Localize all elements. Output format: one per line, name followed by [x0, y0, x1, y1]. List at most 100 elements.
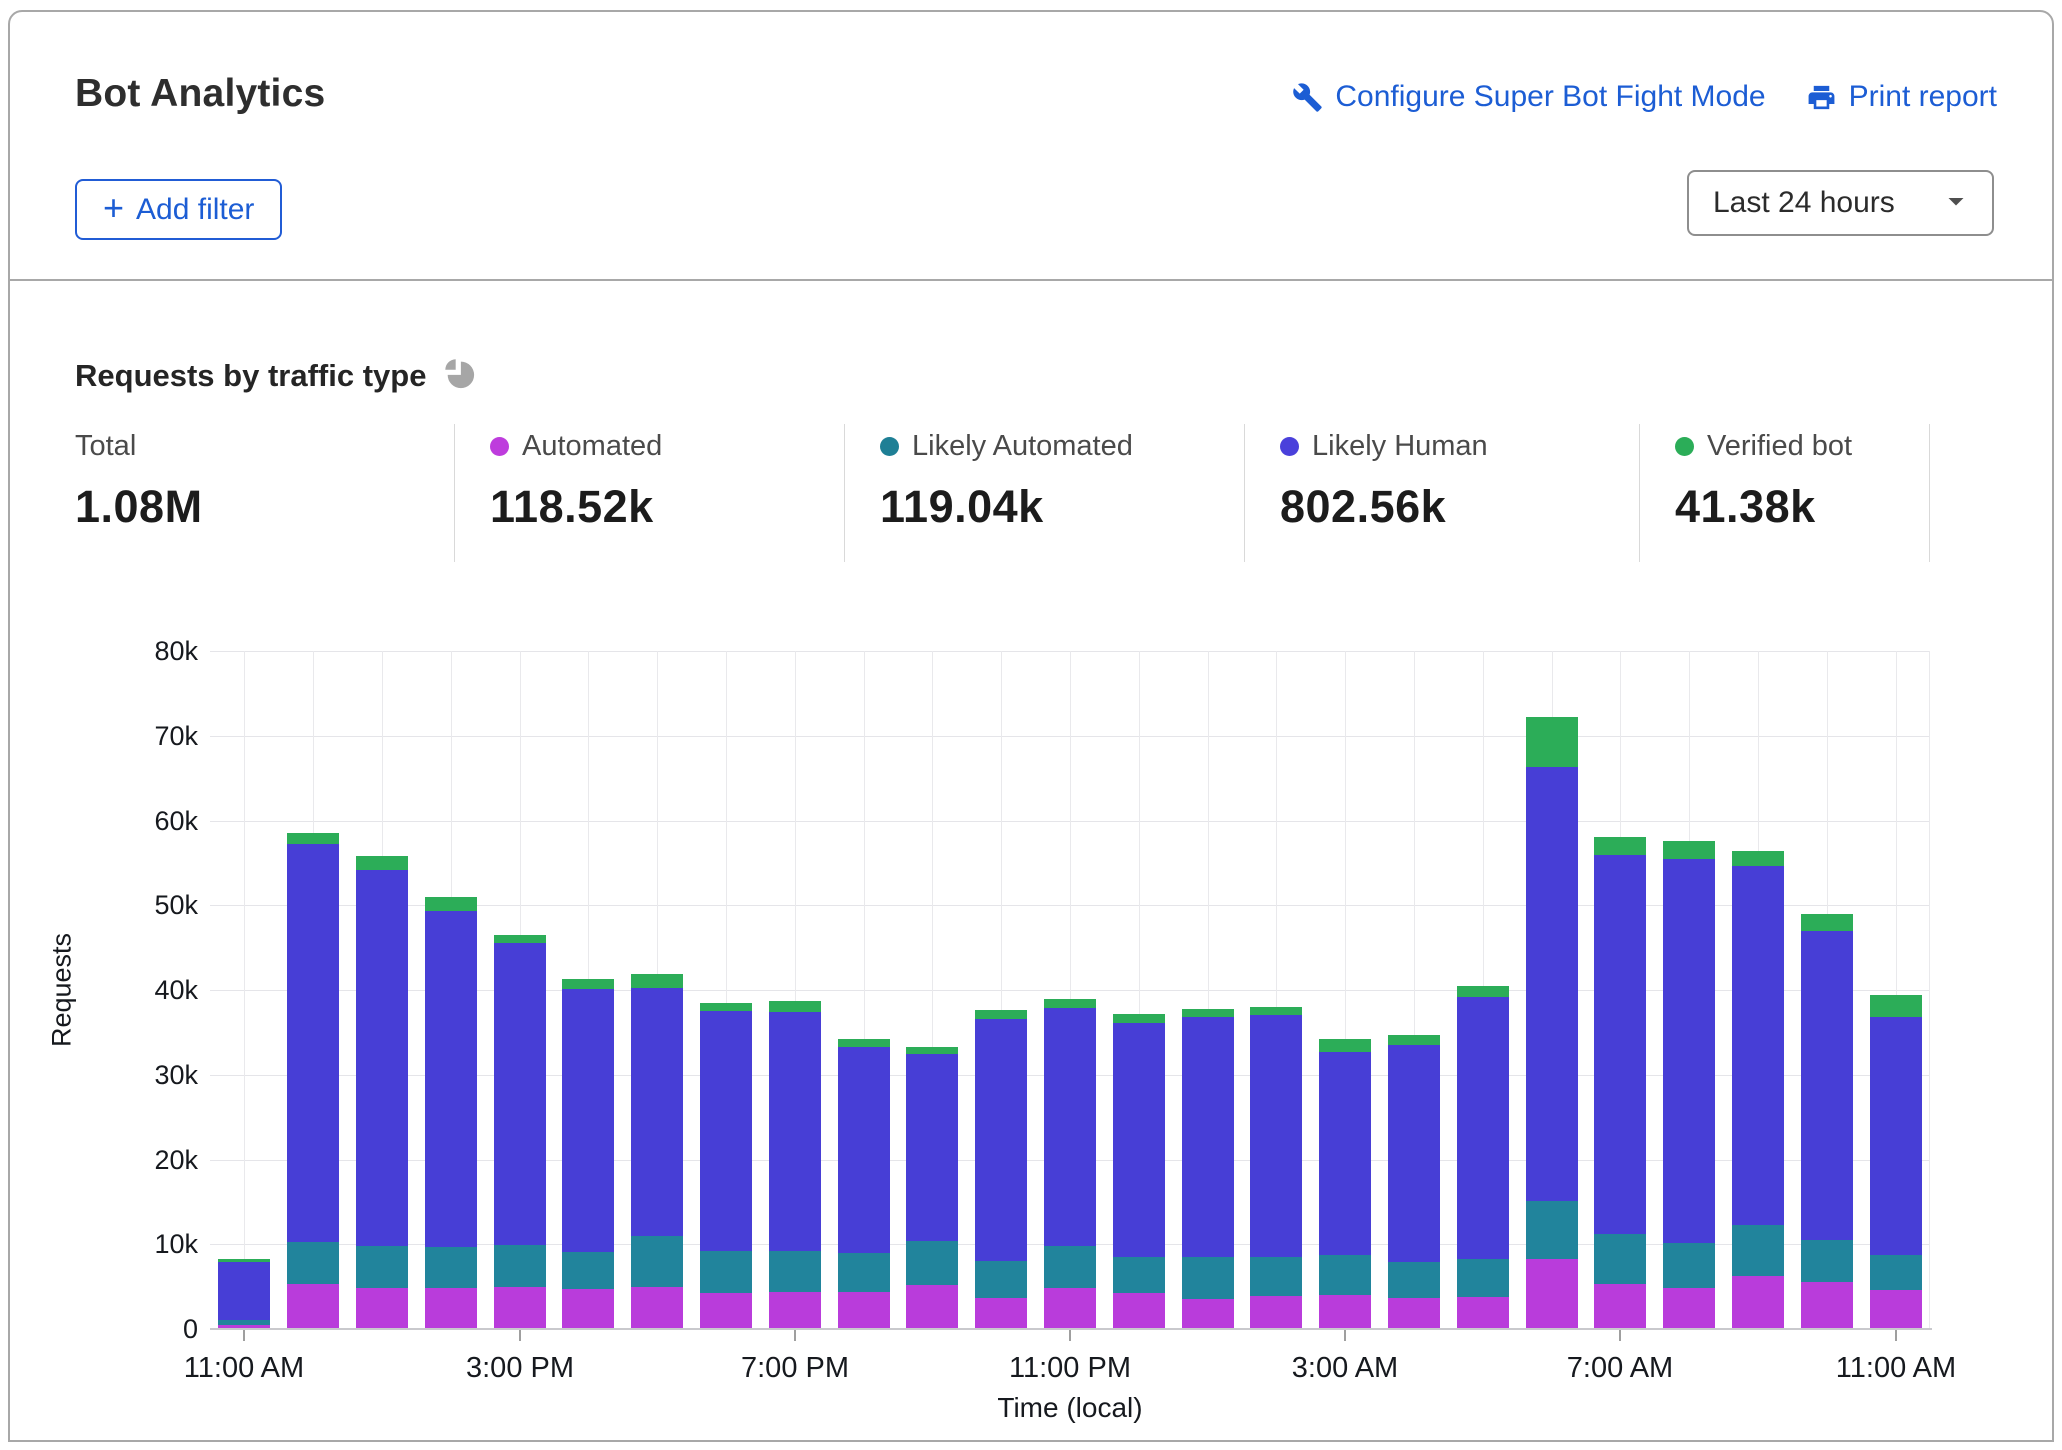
y-tick-label: 30k [88, 1060, 198, 1091]
configure-link-label: Configure Super Bot Fight Mode [1335, 80, 1765, 114]
bar-segment-likely-automated [1250, 1257, 1302, 1296]
bar-1-am-14 [1182, 651, 1234, 1329]
x-tick-label: 3:00 PM [466, 1352, 574, 1385]
x-axis-line [210, 1328, 1932, 1330]
bar-segment-likely-human [425, 911, 477, 1247]
bar-segment-verified-bot [1250, 1007, 1302, 1015]
traffic-type-stats-row: Total1.08MAutomated118.52kLikely Automat… [75, 424, 1930, 562]
bar-segment-verified-bot [975, 1010, 1027, 1019]
y-tick-label: 80k [88, 636, 198, 667]
bar-segment-likely-human [1732, 866, 1784, 1225]
bar-segment-likely-human [1457, 997, 1509, 1259]
bar-segment-likely-automated [425, 1247, 477, 1288]
bar-segment-likely-human [1182, 1017, 1234, 1257]
bar-segment-automated [631, 1287, 683, 1329]
page-title: Bot Analytics [75, 72, 325, 116]
bar-segment-likely-human [1594, 855, 1646, 1234]
section-title: Requests by traffic type [75, 358, 426, 394]
configure-super-bot-fight-mode-link[interactable]: Configure Super Bot Fight Mode [1292, 80, 1765, 114]
stat-likely-human: Likely Human802.56k [1245, 424, 1640, 562]
bar-segment-likely-human [1113, 1023, 1165, 1257]
section-divider [8, 279, 2054, 281]
x-axis-title: Time (local) [210, 1392, 1930, 1424]
bar-segment-verified-bot [494, 935, 546, 943]
bar-segment-automated [425, 1288, 477, 1329]
bar-segment-verified-bot [1870, 995, 1922, 1017]
bar-7-pm-8 [769, 651, 821, 1329]
bar-segment-likely-automated [1044, 1246, 1096, 1288]
requests-by-traffic-type-chart [210, 651, 1930, 1329]
legend-dot-likely-automated [880, 437, 899, 456]
time-range-select[interactable]: Last 24 hours [1687, 170, 1994, 236]
bar-segment-likely-automated [631, 1236, 683, 1287]
bar-9-pm-10 [906, 651, 958, 1329]
bar-segment-verified-bot [838, 1039, 890, 1047]
bar-10-pm-11 [975, 651, 1027, 1329]
bar-segment-likely-human [1044, 1008, 1096, 1246]
vertical-gridline [1929, 651, 1930, 1329]
add-filter-button[interactable]: + Add filter [75, 179, 282, 240]
bar-segment-automated [494, 1287, 546, 1329]
bar-segment-likely-automated [1457, 1259, 1509, 1297]
bar-segment-verified-bot [1319, 1039, 1371, 1052]
bar-segment-verified-bot [1113, 1014, 1165, 1023]
bar-segment-automated [1526, 1259, 1578, 1329]
bar-segment-verified-bot [1526, 717, 1578, 767]
bar-segment-verified-bot [1594, 837, 1646, 855]
x-tick-mark [1344, 1330, 1346, 1341]
bar-segment-likely-human [1250, 1015, 1302, 1257]
bar-segment-verified-bot [631, 974, 683, 988]
y-tick-label: 20k [88, 1145, 198, 1176]
bar-segment-likely-automated [700, 1251, 752, 1293]
bar-2-pm-3 [425, 651, 477, 1329]
print-report-link[interactable]: Print report [1806, 80, 1997, 114]
bar-segment-verified-bot [1801, 914, 1853, 931]
section-title-row: Requests by traffic type [75, 356, 476, 395]
bar-segment-automated [1663, 1288, 1715, 1329]
bar-segment-verified-bot [1663, 841, 1715, 859]
stat-verified-bot: Verified bot41.38k [1640, 424, 1930, 562]
stat-label: Automated [522, 430, 662, 463]
bar-segment-verified-bot [906, 1047, 958, 1054]
y-axis-title: Requests [47, 933, 78, 1047]
bar-segment-verified-bot [700, 1003, 752, 1011]
stat-value: 1.08M [75, 481, 454, 533]
x-tick-mark [1895, 1330, 1897, 1341]
bar-3-am-16 [1319, 651, 1371, 1329]
bar-segment-likely-automated [975, 1261, 1027, 1298]
chevron-down-icon [1938, 183, 1974, 224]
bar-segment-likely-automated [562, 1252, 614, 1289]
x-tick-mark [243, 1330, 245, 1341]
bar-segment-likely-automated [494, 1245, 546, 1287]
stat-label: Likely Automated [912, 430, 1133, 463]
bar-segment-likely-automated [1870, 1255, 1922, 1290]
bar-12-am-13 [1113, 651, 1165, 1329]
bar-segment-likely-human [838, 1047, 890, 1253]
bar-segment-likely-automated [1388, 1262, 1440, 1298]
bar-segment-automated [906, 1285, 958, 1329]
bar-segment-likely-human [1319, 1052, 1371, 1255]
bar-segment-verified-bot [1457, 986, 1509, 997]
bar-segment-automated [1113, 1293, 1165, 1329]
bar-segment-likely-human [287, 844, 339, 1242]
x-tick-label: 11:00 PM [1009, 1352, 1131, 1385]
stat-label: Likely Human [1312, 430, 1488, 463]
bar-segment-automated [1801, 1282, 1853, 1329]
bar-segment-likely-automated [838, 1253, 890, 1292]
y-tick-label: 50k [88, 890, 198, 921]
bar-segment-likely-human [356, 870, 408, 1246]
bar-segment-likely-automated [1182, 1257, 1234, 1299]
y-tick-label: 0 [88, 1314, 198, 1345]
stat-label: Total [75, 430, 136, 463]
stat-likely-automated: Likely Automated119.04k [845, 424, 1245, 562]
y-tick-label: 10k [88, 1229, 198, 1260]
bar-segment-likely-human [769, 1012, 821, 1251]
legend-dot-verified-bot [1675, 437, 1694, 456]
legend-dot-likely-human [1280, 437, 1299, 456]
bar-segment-likely-human [494, 943, 546, 1245]
bar-segment-verified-bot [425, 897, 477, 911]
bar-segment-verified-bot [769, 1001, 821, 1012]
stat-automated: Automated118.52k [455, 424, 845, 562]
bar-11-am-24 [1870, 651, 1922, 1329]
bar-segment-automated [1594, 1284, 1646, 1329]
